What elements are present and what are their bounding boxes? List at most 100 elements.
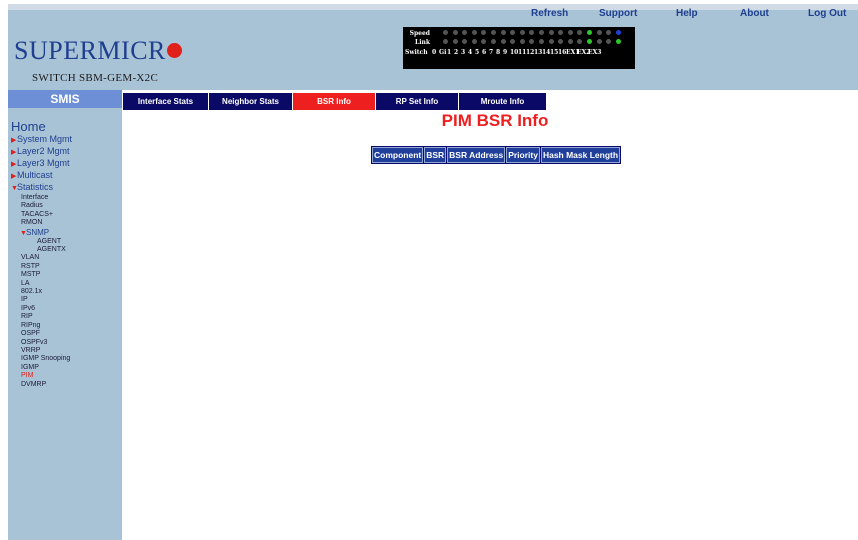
sidebar-item-rip[interactable]: RIP bbox=[11, 313, 72, 321]
sidebar-item-vrrp[interactable]: VRRP bbox=[11, 347, 72, 355]
column-header: Hash Mask Length bbox=[540, 147, 621, 163]
sidebar-nav: Home ▶System Mgmt ▶Layer2 Mgmt ▶Layer3 M… bbox=[11, 120, 72, 389]
switch-name: SWITCH SBM-GEM-X2C bbox=[32, 72, 159, 84]
sidebar-item-agent[interactable]: AGENT bbox=[11, 238, 72, 246]
tab-bsr-info[interactable]: BSR Info bbox=[293, 93, 375, 110]
sidebar-item-layer2-mgmt[interactable]: ▶Layer2 Mgmt bbox=[11, 146, 72, 158]
refresh-link[interactable]: Refresh bbox=[531, 8, 568, 19]
sidebar-item-la[interactable]: LA bbox=[11, 280, 72, 288]
about-link[interactable]: About bbox=[740, 8, 769, 19]
sidebar-item-ripng[interactable]: RIPng bbox=[11, 322, 72, 330]
sidebar-item-dvmrp[interactable]: DVMRP bbox=[11, 381, 72, 389]
port-led-icon bbox=[539, 30, 544, 35]
port-led-icon bbox=[567, 39, 573, 44]
switch-label: Switch bbox=[405, 49, 428, 56]
port-led-icon bbox=[558, 39, 564, 44]
port-led-icon bbox=[615, 30, 621, 35]
sidebar-item-multicast[interactable]: ▶Multicast bbox=[11, 170, 72, 182]
port-led-icon bbox=[587, 30, 592, 35]
port-led-icon bbox=[481, 39, 487, 44]
support-link[interactable]: Support bbox=[599, 8, 637, 19]
port-led-icon bbox=[577, 30, 583, 35]
port-number: 9 bbox=[503, 49, 508, 56]
sidebar-item-mstp[interactable]: MSTP bbox=[11, 271, 72, 279]
port-led-icon bbox=[567, 30, 573, 35]
port-number: 6 bbox=[482, 49, 487, 56]
sidebar-item-igmp-snooping[interactable]: IGMP Snooping bbox=[11, 355, 72, 363]
bsr-info-table: Component BSR BSR Address Priority Hash … bbox=[371, 146, 622, 164]
sidebar-item-tacacs-[interactable]: TACACS+ bbox=[11, 211, 72, 219]
supermicro-logo: SUPERMICR bbox=[14, 36, 182, 66]
sidebar-item-statistics[interactable]: ▼Statistics bbox=[11, 182, 72, 194]
port-led-icon bbox=[615, 39, 621, 44]
sidebar-item-pim[interactable]: PIM bbox=[11, 372, 72, 380]
sidebar-item-rmon[interactable]: RMON bbox=[11, 219, 72, 227]
port-number: Gi bbox=[439, 49, 447, 56]
smis-header: SMIS bbox=[8, 90, 122, 108]
sidebar-item-vlan[interactable]: VLAN bbox=[11, 254, 72, 262]
column-header: Component bbox=[372, 147, 424, 163]
tab-neighbor-stats[interactable]: Neighbor Stats bbox=[209, 93, 292, 110]
port-led-icon bbox=[500, 30, 506, 35]
column-header: Priority bbox=[506, 147, 540, 163]
port-number-row: Switch 0 Gi 1 2 3 4 5 6 7 8 9 10 11 12 13 14 15 16 EX1 EX2 E… bbox=[403, 48, 635, 57]
port-number: 7 bbox=[489, 49, 494, 56]
table-header-row: Component BSR BSR Address Priority Hash … bbox=[372, 147, 621, 163]
port-led-icon bbox=[519, 39, 525, 44]
port-number: 8 bbox=[496, 49, 501, 56]
logo-o-dot bbox=[166, 43, 182, 58]
port-led-icon bbox=[510, 39, 516, 44]
port-led-icon bbox=[452, 30, 458, 35]
port-led-icon bbox=[452, 39, 458, 44]
header-banner: SUPERMICR SWITCH SBM-GEM-X2C Refresh Sup… bbox=[8, 8, 858, 90]
port-led-icon bbox=[481, 30, 487, 35]
port-status-panel: Speed Link Switch 0 Gi 1 2 3 4 5 6 7 8 9 10 11 12 13 14… bbox=[403, 27, 635, 69]
port-led-icon bbox=[443, 30, 448, 35]
sidebar-item-ipv6[interactable]: IPv6 bbox=[11, 305, 72, 313]
sidebar-item-interface[interactable]: Interface bbox=[11, 194, 72, 202]
sidebar-item-radius[interactable]: Radius bbox=[11, 202, 72, 210]
tab-interface-stats[interactable]: Interface Stats bbox=[123, 93, 208, 110]
port-number: 1 bbox=[447, 49, 452, 56]
column-header: BSR Address bbox=[447, 147, 506, 163]
port-number: 4 bbox=[468, 49, 473, 56]
tab-rp-set-info[interactable]: RP Set Info bbox=[376, 93, 458, 110]
port-led-icon bbox=[606, 39, 612, 44]
port-led-icon bbox=[596, 30, 602, 35]
port-number: 5 bbox=[475, 49, 480, 56]
sidebar-item-snmp[interactable]: ▼SNMP bbox=[11, 228, 72, 238]
port-led-icon bbox=[529, 39, 535, 44]
port-led-icon bbox=[577, 39, 583, 44]
sidebar: SMIS Home ▶System Mgmt ▶Layer2 Mgmt ▶Lay… bbox=[8, 90, 122, 540]
sidebar-item-system-mgmt[interactable]: ▶System Mgmt bbox=[11, 134, 72, 146]
help-link[interactable]: Help bbox=[676, 8, 698, 19]
port-led-icon bbox=[558, 30, 564, 35]
sidebar-item-802-1x[interactable]: 802.1x bbox=[11, 288, 72, 296]
port-number: 2 bbox=[454, 49, 459, 56]
sidebar-item-rstp[interactable]: RSTP bbox=[11, 263, 72, 271]
port-led-icon bbox=[491, 39, 496, 44]
logout-link[interactable]: Log Out bbox=[808, 8, 846, 19]
port-led-icon bbox=[548, 39, 554, 44]
sidebar-item-ip[interactable]: IP bbox=[11, 296, 72, 304]
port-led-icon bbox=[529, 30, 535, 35]
port-led-icon bbox=[443, 39, 448, 44]
port-number: EX3 bbox=[588, 49, 602, 56]
column-header: BSR bbox=[424, 147, 447, 163]
tab-mroute-info[interactable]: Mroute Info bbox=[459, 93, 546, 110]
sidebar-item-ospfv3[interactable]: OSPFv3 bbox=[11, 339, 72, 347]
home-link[interactable]: Home bbox=[11, 120, 72, 134]
port-led-icon bbox=[519, 30, 525, 35]
port-led-icon bbox=[471, 39, 477, 44]
sidebar-item-ospf[interactable]: OSPF bbox=[11, 330, 72, 338]
port-led-icon bbox=[587, 39, 592, 44]
port-led-icon bbox=[462, 39, 468, 44]
sidebar-item-layer3-mgmt[interactable]: ▶Layer3 Mgmt bbox=[11, 158, 72, 170]
port-led-icon bbox=[548, 30, 554, 35]
port-led-icon bbox=[606, 30, 612, 35]
port-number: 0 bbox=[432, 49, 437, 56]
port-led-icon bbox=[539, 39, 544, 44]
sidebar-item-agentx[interactable]: AGENTX bbox=[11, 246, 72, 254]
port-led-icon bbox=[491, 30, 496, 35]
sidebar-item-igmp[interactable]: IGMP bbox=[11, 364, 72, 372]
